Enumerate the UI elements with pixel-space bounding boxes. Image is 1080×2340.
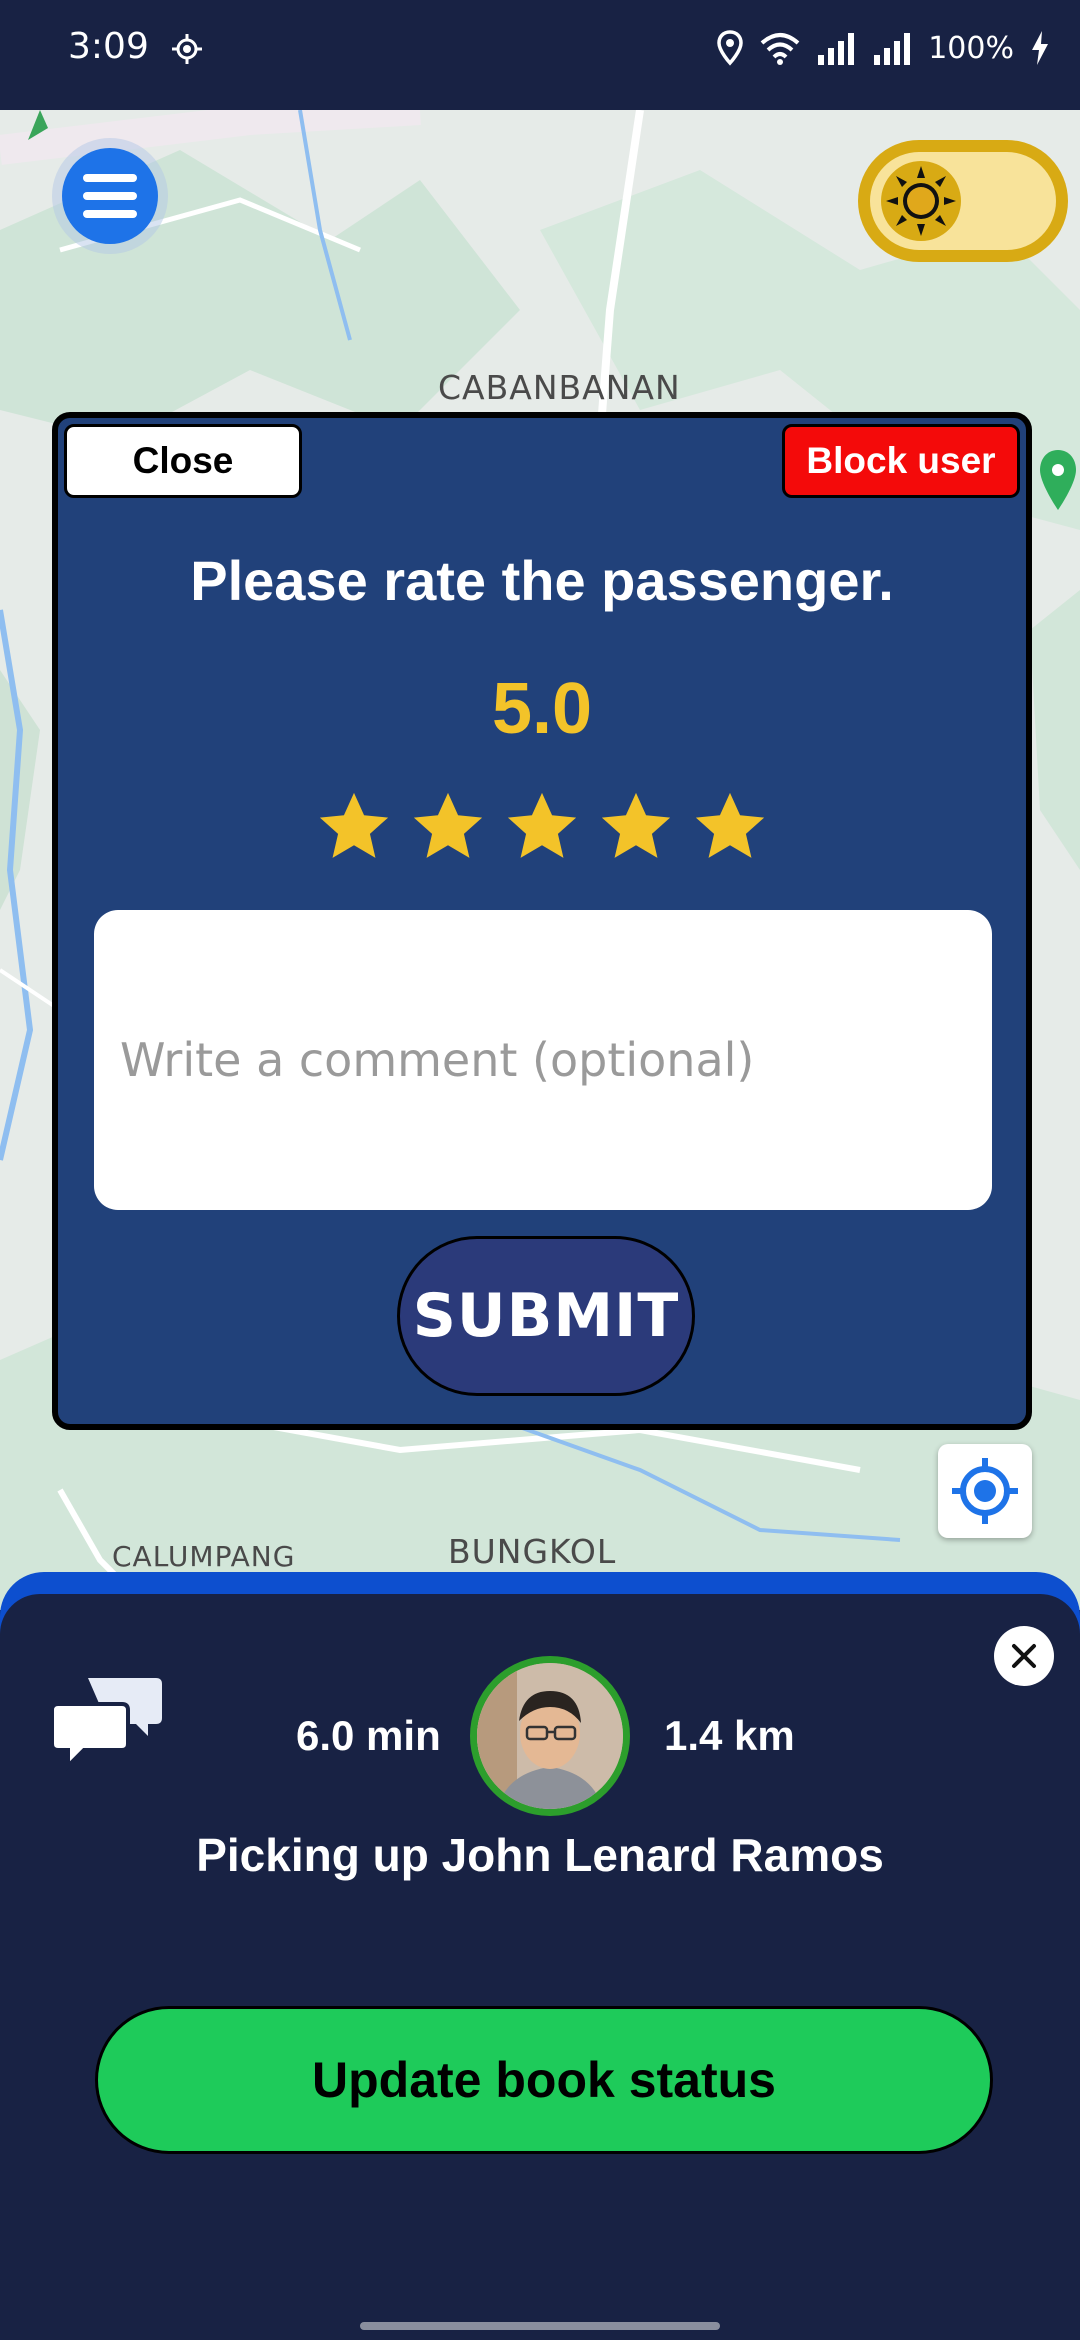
rating-value: 5.0 <box>491 669 593 749</box>
signal-icon <box>874 33 911 65</box>
status-time: 3:09 <box>68 26 149 67</box>
dialog-title: Please rate the passenger. <box>190 549 894 612</box>
home-indicator[interactable] <box>360 2322 720 2330</box>
eta-text: 6.0 min <box>296 1712 441 1759</box>
gps-crosshair-icon <box>952 1458 1018 1524</box>
menu-button[interactable] <box>62 148 158 244</box>
signal-icon <box>818 33 855 65</box>
trip-bottom-sheet: 6.0 min 1.4 km Picking up John Lenard Ra… <box>0 1594 1080 2340</box>
star-icon[interactable] <box>503 788 581 866</box>
close-icon <box>1012 1644 1036 1668</box>
status-bar: 3:09 100% <box>0 0 1080 110</box>
dismiss-button[interactable] <box>994 1626 1054 1686</box>
star-icon[interactable] <box>315 788 393 866</box>
close-button[interactable]: Close <box>64 424 302 498</box>
pickup-status-text: Picking up John Lenard Ramos <box>196 1829 884 1881</box>
location-pin-icon <box>717 30 743 66</box>
distance-text: 1.4 km <box>664 1712 795 1759</box>
recenter-button[interactable] <box>938 1444 1032 1538</box>
location-tracking-icon <box>172 34 202 64</box>
wifi-icon <box>760 33 800 65</box>
submit-button[interactable]: SUBMIT <box>397 1236 695 1396</box>
map-label: CABANBANAN <box>438 368 681 407</box>
theme-toggle[interactable] <box>858 140 1068 262</box>
map-label: BUNGKOL <box>448 1532 617 1571</box>
sun-icon <box>881 161 961 241</box>
comment-input[interactable] <box>94 910 992 1210</box>
battery-level: 100% <box>928 30 1014 66</box>
map-label: CALUMPANG <box>112 1540 296 1573</box>
star-icon[interactable] <box>691 788 769 866</box>
passenger-avatar <box>470 1656 630 1816</box>
star-icon[interactable] <box>597 788 675 866</box>
charging-icon <box>1032 31 1048 65</box>
star-icon[interactable] <box>409 788 487 866</box>
hamburger-menu-icon <box>83 174 137 218</box>
block-user-button[interactable]: Block user <box>782 424 1020 498</box>
update-book-status-button[interactable]: Update book status <box>95 2006 993 2154</box>
star-rating[interactable] <box>58 788 1026 866</box>
chat-icon[interactable] <box>52 1674 164 1772</box>
rating-dialog: Close Block user Please rate the passeng… <box>52 412 1032 1430</box>
